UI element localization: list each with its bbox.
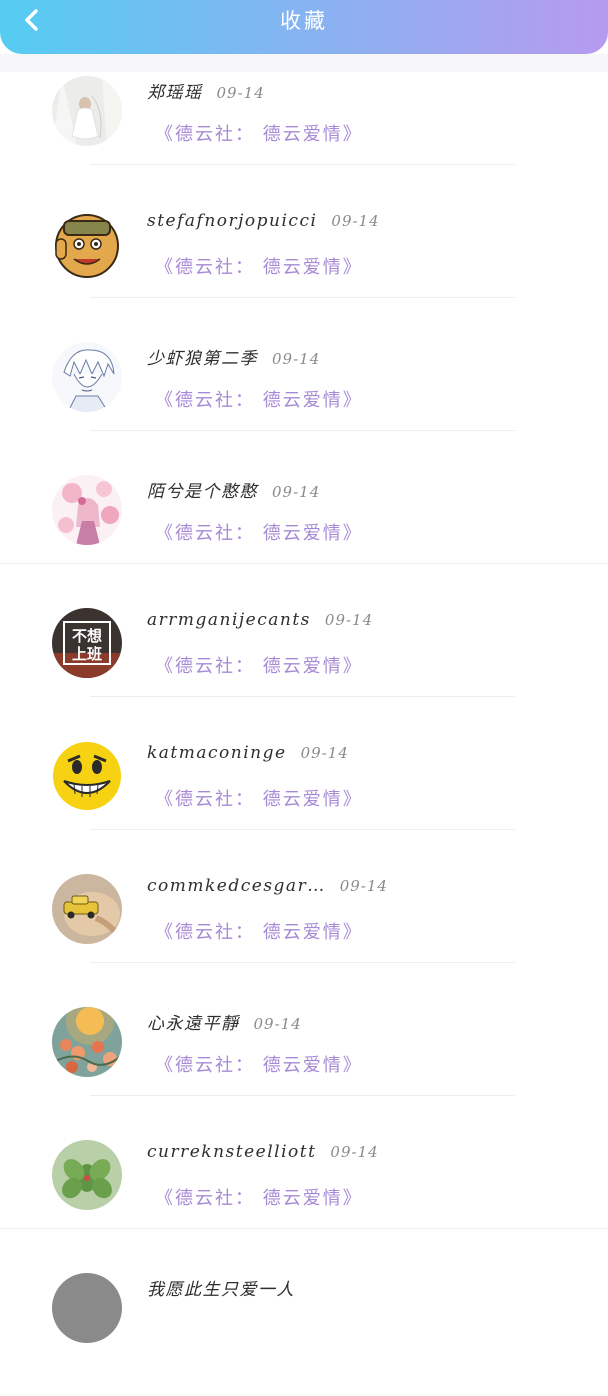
row-divider [90,962,515,963]
work-title-link[interactable]: 《德云社： 德云爱情》 [155,386,363,412]
row-divider [90,829,515,830]
back-button[interactable] [14,4,50,36]
flowers-sunset-avatar[interactable] [52,1007,122,1077]
row-divider [90,430,515,431]
favorite-date: 09-14 [330,1143,379,1161]
page-title: 收藏 [280,9,328,33]
list-item[interactable]: 心永遠平靜 09-14 《德云社： 德云爱情》 [0,997,608,1130]
list-item[interactable]: 陌兮是个憨憨 09-14 《德云社： 德云爱情》 [0,465,608,598]
user-name-text: 心永遠平靜 [147,1014,240,1034]
work-title-link[interactable]: 《德云社： 德云爱情》 [155,1051,363,1077]
svg-text:不想: 不想 [72,627,102,645]
user-name: katmaconinge 09-14 [147,743,349,763]
work-title-link[interactable]: 《德云社： 德云爱情》 [155,1184,363,1210]
work-title-link[interactable]: 《德云社： 德云爱情》 [155,918,363,944]
list-item[interactable]: 不想 上班 arrmganijecants 09-14 《德云社： 德云爱情》 [0,598,608,731]
user-name-text: 陌兮是个憨憨 [147,482,258,502]
user-name-text: 我愿此生只爱一人 [147,1280,295,1300]
user-name: 陌兮是个憨憨 09-14 [147,477,320,502]
list-item[interactable]: 我愿此生只爱一人 [0,1263,608,1396]
text-badge-avatar[interactable]: 不想 上班 [52,608,122,678]
user-name-text: katmaconinge [147,743,287,763]
row-divider [90,696,515,697]
row-divider [90,297,515,298]
top-header: 收藏 [0,0,608,54]
anime-girl-avatar[interactable] [52,475,122,545]
list-item[interactable]: commkedcesgar… 09-14 《德云社： 德云爱情》 [0,864,608,997]
favorite-date: 09-14 [253,1015,302,1033]
favorite-date: 09-14 [324,611,374,629]
user-name: 我愿此生只爱一人 [147,1275,295,1300]
work-title-link[interactable]: 《德云社： 德云爱情》 [155,785,363,811]
list-item[interactable]: stefafnorjopuicci 09-14 《德云社： 德云爱情》 [0,199,608,332]
row-divider [0,1228,608,1229]
succulent-plant-avatar[interactable] [52,1140,122,1210]
work-title-link[interactable]: 《德云社： 德云爱情》 [155,253,363,279]
row-divider [90,164,515,165]
svg-text:上班: 上班 [72,645,102,663]
favorite-date: 09-14 [339,877,388,895]
work-title-link[interactable]: 《德云社： 德云爱情》 [155,652,363,678]
user-name: 心永遠平靜 09-14 [147,1009,302,1034]
partial-avatar[interactable] [52,1273,122,1343]
user-name: 少虾狼第二季 09-14 [147,344,320,369]
user-name: stefafnorjopuicci 09-14 [147,211,380,231]
anime-sketch-avatar[interactable] [52,342,122,412]
work-title-link[interactable]: 《德云社： 德云爱情》 [155,120,363,146]
favorite-date: 09-14 [272,483,321,501]
row-divider [90,1095,515,1096]
user-name-text: commkedcesgar… [147,876,326,896]
list-item[interactable]: 郑瑶瑶 09-14 《德云社： 德云爱情》 [0,66,608,199]
favorite-date: 09-14 [300,744,349,762]
user-name: commkedcesgar… 09-14 [147,876,388,896]
work-title-link[interactable]: 《德云社： 德云爱情》 [155,519,363,545]
cartoon-character-avatar[interactable] [52,209,122,279]
toy-car-avatar[interactable] [52,874,122,944]
row-divider [0,563,608,564]
user-name-text: curreknsteelliott [147,1142,317,1162]
user-name-text: stefafnorjopuicci [147,211,318,231]
list-item[interactable]: curreknsteelliott 09-14 《德云社： 德云爱情》 [0,1130,608,1263]
list-item[interactable]: katmaconinge 09-14 《德云社： 德云爱情》 [0,731,608,864]
user-name-text: 郑瑶瑶 [147,83,203,103]
bride-photo-avatar[interactable] [52,76,122,146]
header-shadow-strip [0,54,608,72]
user-name: curreknsteelliott 09-14 [147,1142,379,1162]
user-name: 郑瑶瑶 09-14 [147,78,265,103]
favorite-date: 09-14 [216,84,265,102]
list-item[interactable]: 少虾狼第二季 09-14 《德云社： 德云爱情》 [0,332,608,465]
user-name: arrmganijecants 09-14 [147,610,373,630]
smiley-face-avatar[interactable] [52,741,122,811]
favorite-date: 09-14 [331,212,380,230]
favorite-date: 09-14 [272,350,321,368]
chevron-left-icon [25,9,38,31]
user-name-text: 少虾狼第二季 [147,349,258,369]
user-name-text: arrmganijecants [147,610,311,630]
